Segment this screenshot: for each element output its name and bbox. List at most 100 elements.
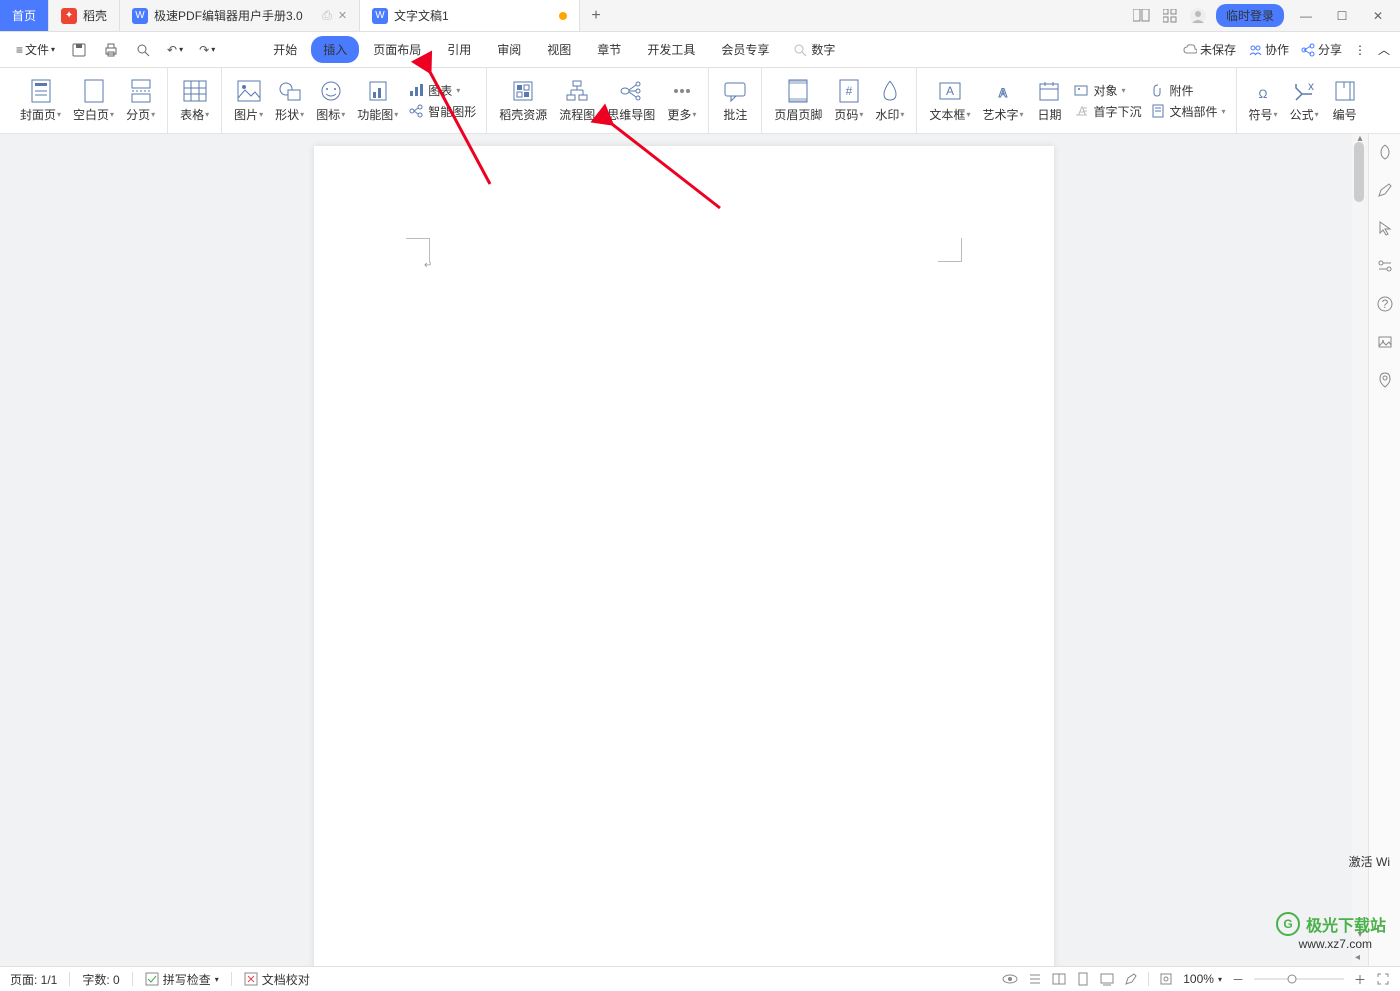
word-icon: W (132, 8, 148, 24)
proofing-button[interactable]: 文档校对 (244, 971, 310, 988)
tab-insert[interactable]: 插入 (311, 36, 359, 63)
tab-add[interactable]: + (580, 0, 612, 31)
icon-button[interactable]: 图标▾ (310, 76, 351, 125)
minimize-button[interactable]: — (1292, 2, 1320, 30)
tab-vip[interactable]: 会员专享 (709, 36, 781, 63)
quickstart-icon[interactable] (1375, 142, 1395, 162)
window-list-icon[interactable] (1132, 6, 1152, 26)
blank-page-button[interactable]: 空白页▾ (67, 76, 120, 125)
spellcheck-button[interactable]: 拼写检查 ▾ (145, 971, 219, 988)
help-icon[interactable]: ? (1375, 294, 1395, 314)
avatar-icon[interactable] (1188, 6, 1208, 26)
date-button[interactable]: 日期 (1029, 76, 1069, 125)
share-button[interactable]: 分享 (1301, 41, 1342, 58)
tab-view[interactable]: 视图 (535, 36, 583, 63)
nav-toggle-icon[interactable]: ◂ (1355, 952, 1365, 962)
titlebar: 首页 ✦ 稻壳 W 极速PDF编辑器用户手册3.0 ⎙ ✕ W 文字文稿1 + … (0, 0, 1400, 32)
tab-doc[interactable]: W 文字文稿1 (360, 0, 580, 31)
textbox-button[interactable]: A文本框▾ (923, 76, 976, 125)
location-icon[interactable] (1375, 370, 1395, 390)
menu-file[interactable]: ≡ 文件 ▾ (10, 37, 61, 62)
search-box[interactable]: 数字 (793, 41, 835, 58)
web-view-icon[interactable] (1100, 972, 1114, 986)
draft-view-icon[interactable] (1124, 972, 1138, 986)
login-button[interactable]: 临时登录 (1216, 4, 1284, 27)
settings-icon[interactable] (1375, 256, 1395, 276)
collab-button[interactable]: 协作 (1248, 41, 1289, 58)
tab-doc-label: 文字文稿1 (394, 7, 449, 24)
pen-icon[interactable] (1375, 180, 1395, 200)
print-view-icon[interactable] (1076, 972, 1090, 986)
redo-button[interactable]: ↷ ▾ (193, 39, 221, 61)
tab-devtools[interactable]: 开发工具 (635, 36, 707, 63)
tab-pdf-close[interactable]: ✕ (338, 9, 347, 22)
fit-icon[interactable] (1159, 972, 1173, 986)
word-count[interactable]: 字数: 0 (82, 971, 119, 988)
tab-pdf[interactable]: W 极速PDF编辑器用户手册3.0 ⎙ ✕ (120, 0, 360, 31)
docres-button[interactable]: 稻壳资源 (493, 76, 553, 125)
page-break-button[interactable]: 分页▾ (120, 76, 161, 125)
page[interactable]: ↵ (314, 146, 1054, 966)
zoom-out-button[interactable]: － (1232, 971, 1244, 988)
mindmap-button[interactable]: 思维导图 (601, 76, 661, 125)
docpart-button[interactable]: 文档部件▾ (1150, 103, 1226, 120)
tab-chapter[interactable]: 章节 (585, 36, 633, 63)
zoom-level[interactable]: 100% ▾ (1183, 972, 1222, 986)
image-tool-icon[interactable] (1375, 332, 1395, 352)
symbol-button[interactable]: Ω符号▾ (1243, 76, 1284, 125)
numbering-icon (1332, 78, 1358, 104)
select-icon[interactable] (1375, 218, 1395, 238)
more-menu[interactable]: ⋮ (1354, 43, 1366, 57)
comment-icon (722, 78, 748, 104)
comment-button[interactable]: 批注 (715, 76, 755, 125)
maximize-button[interactable]: ☐ (1328, 2, 1356, 30)
tab-shell[interactable]: ✦ 稻壳 (49, 0, 120, 31)
page-indicator[interactable]: 页面: 1/1 (10, 971, 57, 988)
quick-access: ≡ 文件 ▾ ↶ ▾ ↷ ▾ (10, 37, 221, 62)
vertical-scrollbar[interactable]: ▴ ▾ ◂ (1352, 134, 1368, 966)
pagenum-button[interactable]: #页码▾ (828, 76, 869, 125)
zoom-slider[interactable] (1254, 972, 1344, 986)
cover-page-button[interactable]: 封面页▾ (14, 76, 67, 125)
collapse-ribbon[interactable]: ︿ (1378, 41, 1390, 58)
table-button[interactable]: 表格▾ (174, 76, 215, 125)
outline-view-icon[interactable] (1028, 972, 1042, 986)
dropcap-button[interactable]: A首字下沉 (1073, 103, 1141, 120)
fullscreen-icon[interactable] (1376, 972, 1390, 986)
attachment-button[interactable]: 附件 (1150, 82, 1226, 99)
scroll-thumb[interactable] (1354, 142, 1364, 202)
headerfooter-button[interactable]: 页眉页脚 (768, 76, 828, 125)
grid-icon[interactable] (1160, 6, 1180, 26)
eye-icon[interactable] (1002, 972, 1018, 986)
undo-button[interactable]: ↶ ▾ (161, 39, 189, 61)
tab-home[interactable]: 首页 (0, 0, 49, 31)
watermark-button[interactable]: 水印▾ (869, 76, 910, 125)
numbering-button[interactable]: 编号 (1325, 76, 1365, 125)
smartart-button[interactable]: 智能图形 (408, 103, 476, 120)
wordart-button[interactable]: A艺术字▾ (976, 76, 1029, 125)
object-button[interactable]: 对象▾ (1073, 82, 1141, 99)
unsaved-indicator[interactable]: 未保存 (1183, 41, 1236, 58)
tab-start[interactable]: 开始 (261, 36, 309, 63)
flowchart-button[interactable]: 流程图 (553, 76, 601, 125)
save-button[interactable] (65, 38, 93, 62)
close-button[interactable]: ✕ (1364, 2, 1392, 30)
pagenum-icon: # (836, 78, 862, 104)
picture-button[interactable]: 图片▾ (228, 76, 269, 125)
read-view-icon[interactable] (1052, 972, 1066, 986)
print-button[interactable] (97, 38, 125, 62)
tab-layout[interactable]: 页面布局 (361, 36, 433, 63)
tab-review[interactable]: 审阅 (485, 36, 533, 63)
tab-reference[interactable]: 引用 (435, 36, 483, 63)
tab-pdf-label: 极速PDF编辑器用户手册3.0 (154, 7, 303, 24)
zoom-in-button[interactable]: ＋ (1354, 971, 1366, 988)
equation-button[interactable]: x公式▾ (1284, 76, 1325, 125)
check-icon (145, 972, 159, 986)
chart-button[interactable]: 图表▾ (408, 82, 476, 99)
separator (69, 972, 70, 986)
more-button[interactable]: 更多▾ (661, 76, 702, 125)
funcchart-button[interactable]: 功能图▾ (351, 76, 404, 125)
search-icon (793, 43, 807, 57)
shape-button[interactable]: 形状▾ (269, 76, 310, 125)
preview-button[interactable] (129, 38, 157, 62)
